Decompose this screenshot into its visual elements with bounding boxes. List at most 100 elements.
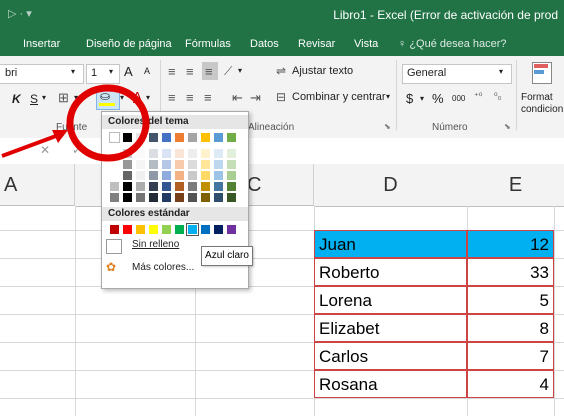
dialog-launcher-icon[interactable]: ⬊ <box>384 122 391 131</box>
column-header-d[interactable]: D <box>314 164 468 207</box>
worksheet-grid[interactable]: A C D E Juan 12 Roberto 33 Lorena 5 Eliz… <box>0 164 564 416</box>
title-bar: ▷ · ▾ Libro1 - Excel (Error de activació… <box>0 0 564 30</box>
decrease-decimal-icon[interactable]: ⁰₀ <box>494 91 501 102</box>
cell-e-carlos[interactable]: 7 <box>467 342 554 370</box>
cell-d-roberto[interactable]: Roberto <box>314 258 467 286</box>
fill-color-button[interactable]: ⛀ <box>96 88 120 110</box>
dialog-launcher-icon[interactable]: ⬊ <box>504 122 511 131</box>
underline-button[interactable]: S <box>30 92 38 106</box>
align-bottom-button[interactable]: ≡ <box>202 62 218 80</box>
standard-color-swatch[interactable] <box>148 224 159 235</box>
number-format-combo[interactable]: General ▾ <box>402 64 512 84</box>
cell-d-rosana[interactable]: Rosana <box>314 370 467 398</box>
border-icon[interactable]: ⊞ <box>58 90 69 106</box>
conditional-format-icon[interactable] <box>528 60 556 86</box>
grow-font-icon[interactable]: A <box>124 64 133 79</box>
standard-color-swatch[interactable] <box>174 224 185 235</box>
standard-color-swatch[interactable] <box>122 224 133 235</box>
align-left-icon[interactable]: ≡ <box>168 90 176 105</box>
tab-vista[interactable]: Vista <box>354 38 378 50</box>
window-title: Libro1 - Excel (Error de activación de p… <box>333 8 558 22</box>
tab-insertar[interactable]: Insertar <box>23 38 60 50</box>
search-text: ¿Qué desea hacer? <box>409 38 507 50</box>
fill-color-bar <box>99 103 115 106</box>
decrease-indent-icon[interactable]: ⇤ <box>232 90 243 106</box>
conditional-format-label[interactable]: Format condicion <box>521 92 563 116</box>
formula-bar: ✕ ✓ <box>0 138 564 165</box>
merge-center-label: Combinar y centrar <box>292 91 386 103</box>
tab-formulas[interactable]: Fórmulas <box>185 38 231 50</box>
color-wheel-icon: ✿ <box>106 260 117 274</box>
group-label-font: Fuente <box>56 122 88 133</box>
ribbon-home: bri ▾ 1 ▾ A A K S ▾ ⊞ ▾ ⛀ ▾ A ▾ Fuente ≡… <box>0 56 564 139</box>
chevron-down-icon: ▾ <box>71 67 76 76</box>
cell-d-juan[interactable]: Juan <box>314 230 467 258</box>
align-bottom-icon: ≡ <box>205 64 213 79</box>
align-middle-icon[interactable]: ≡ <box>186 64 194 79</box>
number-format-value: General <box>407 67 447 79</box>
standard-color-swatch[interactable] <box>109 224 120 235</box>
separator <box>516 60 517 130</box>
chevron-down-icon[interactable]: ▾ <box>146 93 150 102</box>
cell-d-carlos[interactable]: Carlos <box>314 342 467 370</box>
enter-icon[interactable]: ✓ <box>72 143 82 157</box>
cell-e-roberto[interactable]: 33 <box>467 258 554 286</box>
font-name-combo[interactable]: bri ▾ <box>0 64 84 84</box>
standard-color-swatch[interactable] <box>226 224 237 235</box>
increase-indent-icon[interactable]: ⇥ <box>250 90 261 106</box>
merge-icon: ⊟ <box>276 90 287 104</box>
font-size-combo[interactable]: 1 ▾ <box>86 64 120 84</box>
chevron-down-icon[interactable]: ▾ <box>120 93 124 102</box>
gridline <box>0 398 564 399</box>
cell-e-juan[interactable]: 12 <box>467 230 554 258</box>
separator <box>396 60 397 130</box>
standard-color-swatch[interactable] <box>161 224 172 235</box>
standard-color-swatch[interactable] <box>186 223 199 236</box>
standard-color-swatch[interactable] <box>135 224 146 235</box>
font-name-value: bri <box>5 67 18 79</box>
gridline <box>75 206 76 416</box>
align-center-icon[interactable]: ≡ <box>186 90 194 105</box>
align-right-icon[interactable]: ≡ <box>204 90 212 105</box>
search-box[interactable]: ♀ ¿Qué desea hacer? <box>398 38 507 50</box>
font-color-icon[interactable]: A <box>133 89 142 104</box>
cell-e-rosana[interactable]: 4 <box>467 370 554 398</box>
cell-d-lorena[interactable]: Lorena <box>314 286 467 314</box>
chevron-down-icon[interactable]: ▾ <box>420 94 424 103</box>
tab-datos[interactable]: Datos <box>250 38 279 50</box>
tab-diseno-pagina[interactable]: Diseño de página <box>86 38 172 50</box>
column-header-e[interactable]: E <box>467 164 564 207</box>
column-header-a[interactable]: A <box>0 164 75 206</box>
font-size-value: 1 <box>91 67 98 79</box>
standard-color-row <box>102 112 248 242</box>
italic-button[interactable]: K <box>12 92 21 106</box>
currency-button[interactable]: $ <box>406 91 413 106</box>
orientation-icon[interactable]: ⟋ <box>224 64 232 79</box>
standard-color-swatch[interactable] <box>213 224 224 235</box>
cell-d-elizabet[interactable]: Elizabet <box>314 314 467 342</box>
wrap-text-label: Ajustar texto <box>292 65 354 77</box>
cancel-icon[interactable]: ✕ <box>40 143 50 157</box>
standard-color-swatch[interactable] <box>200 224 211 235</box>
thousands-button[interactable]: 000 <box>452 94 465 103</box>
align-top-icon[interactable]: ≡ <box>168 64 176 79</box>
no-fill-option[interactable]: Sin relleno <box>132 239 179 250</box>
chevron-down-icon: ▾ <box>109 67 114 76</box>
tab-revisar[interactable]: Revisar <box>298 38 335 50</box>
chevron-down-icon: ▾ <box>386 92 391 101</box>
paint-bucket-icon: ⛀ <box>100 89 111 103</box>
cell-e-lorena[interactable]: 5 <box>467 286 554 314</box>
group-label-alignment: Alineación <box>248 122 295 133</box>
chevron-down-icon[interactable]: ▾ <box>238 66 242 75</box>
cell-e-elizabet[interactable]: 8 <box>467 314 554 342</box>
more-colors-option[interactable]: Más colores... <box>132 262 194 273</box>
no-fill-icon <box>106 239 122 254</box>
chevron-down-icon[interactable]: ▾ <box>74 93 78 102</box>
shrink-font-icon[interactable]: A <box>144 66 150 76</box>
increase-decimal-icon[interactable]: ⁺⁰ <box>474 91 482 102</box>
lightbulb-icon: ♀ <box>398 38 407 50</box>
quick-access-toolbar[interactable]: ▷ · ▾ <box>8 7 32 20</box>
percent-button[interactable]: % <box>432 91 444 106</box>
chevron-down-icon[interactable]: ▾ <box>42 93 46 102</box>
